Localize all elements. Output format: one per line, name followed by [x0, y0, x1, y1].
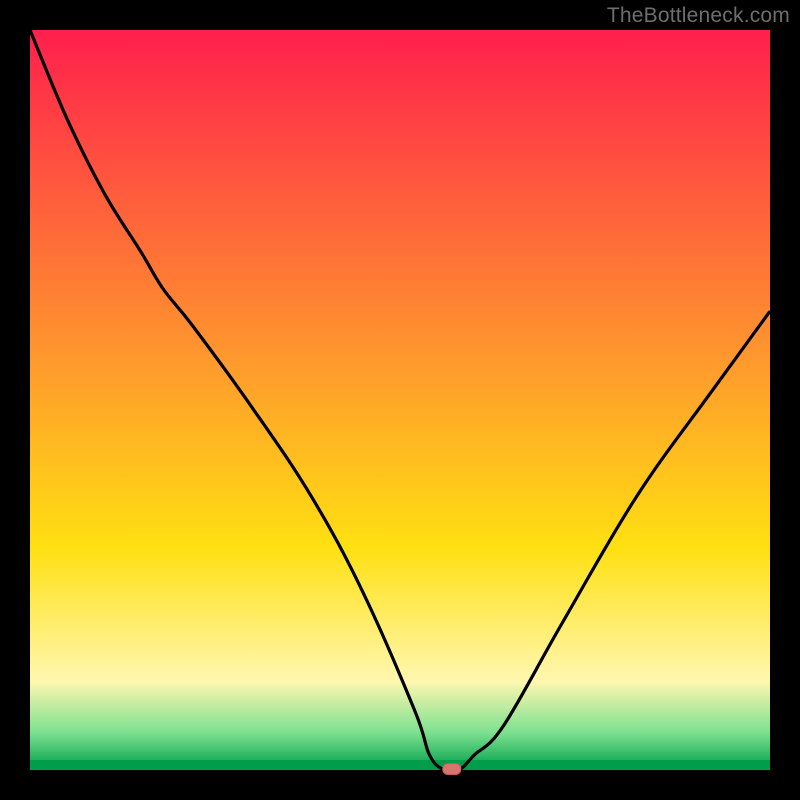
optimal-marker	[443, 764, 461, 775]
plot-area	[30, 30, 770, 770]
optimal-band	[30, 760, 770, 770]
chart-frame: TheBottleneck.com	[0, 0, 800, 800]
watermark-text: TheBottleneck.com	[607, 4, 790, 28]
bottleneck-chart	[0, 0, 800, 800]
